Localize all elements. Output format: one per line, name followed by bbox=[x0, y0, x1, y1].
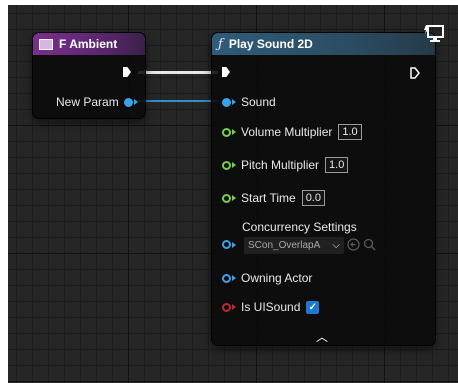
variable-icon bbox=[39, 38, 53, 50]
exec-wire bbox=[138, 71, 218, 74]
new-param-label: New Param bbox=[56, 95, 119, 109]
new-param-output-pin[interactable] bbox=[123, 97, 133, 107]
play-sound-node-title: Play Sound 2D bbox=[228, 37, 313, 51]
exec-out-pin[interactable] bbox=[410, 67, 420, 79]
volume-multiplier-label: Volume Multiplier bbox=[241, 125, 333, 139]
start-time-pin[interactable] bbox=[222, 193, 231, 203]
search-icon[interactable] bbox=[363, 238, 376, 251]
play-sound-2d-node[interactable]: ƒ Play Sound 2D bbox=[212, 33, 435, 345]
start-time-row: Start Time 0.0 bbox=[222, 190, 325, 206]
exec-in-pin[interactable] bbox=[222, 67, 230, 77]
sound-pin-label: Sound bbox=[241, 95, 276, 109]
owning-actor-row: Owning Actor bbox=[222, 271, 312, 285]
is-ui-sound-row: Is UISound ✓ bbox=[222, 300, 320, 314]
ambient-exec-out-pin[interactable] bbox=[123, 67, 131, 77]
function-icon: ƒ bbox=[218, 36, 223, 52]
blueprint-graph-canvas[interactable]: F Ambient New Param ƒ Play Sound 2D Soun… bbox=[8, 5, 458, 383]
is-ui-sound-checkbox[interactable]: ✓ bbox=[306, 300, 320, 314]
sound-input-pin[interactable] bbox=[222, 97, 231, 107]
owning-actor-pin-arrow-icon bbox=[232, 275, 236, 281]
pitch-multiplier-row: Pitch Multiplier 1.0 bbox=[222, 157, 349, 173]
concurrency-settings-pin-row bbox=[222, 240, 236, 249]
exec-out-pin-icon bbox=[123, 67, 131, 77]
volume-pin-arrow-icon bbox=[232, 129, 236, 135]
start-time-label: Start Time bbox=[241, 191, 296, 205]
ambient-new-param-row: New Param bbox=[56, 95, 138, 109]
exec-out-hollow-icon bbox=[410, 67, 420, 79]
play-sound-node-header[interactable]: ƒ Play Sound 2D bbox=[212, 33, 435, 55]
volume-multiplier-input[interactable]: 1.0 bbox=[338, 124, 362, 140]
browse-arrow-icon[interactable] bbox=[347, 238, 360, 251]
concurrency-settings-pin[interactable] bbox=[222, 240, 231, 249]
collapse-advanced-button[interactable]: ︿ bbox=[316, 328, 328, 345]
exec-in-pin-icon bbox=[222, 67, 230, 77]
ambient-node-title: F Ambient bbox=[59, 37, 118, 51]
concurrency-settings-label: Concurrency Settings bbox=[242, 220, 357, 234]
volume-multiplier-pin[interactable] bbox=[222, 127, 231, 137]
concurrency-settings-label-row: Concurrency Settings bbox=[242, 220, 357, 234]
pitch-pin-arrow-icon bbox=[232, 162, 236, 168]
concurrency-settings-value: SCon_OverlapA bbox=[248, 240, 321, 251]
start-time-pin-arrow-icon bbox=[232, 195, 236, 201]
volume-multiplier-row: Volume Multiplier 1.0 bbox=[222, 124, 362, 140]
sound-pin-arrow-icon bbox=[232, 99, 236, 105]
new-param-pin-arrow-icon bbox=[133, 99, 138, 105]
start-time-input[interactable]: 0.0 bbox=[301, 190, 325, 206]
is-ui-sound-pin[interactable] bbox=[222, 302, 231, 312]
ambient-node-header[interactable]: F Ambient bbox=[33, 33, 145, 55]
owning-actor-label: Owning Actor bbox=[241, 271, 313, 285]
pitch-multiplier-input[interactable]: 1.0 bbox=[325, 157, 349, 173]
is-ui-sound-pin-arrow-icon bbox=[232, 304, 236, 310]
pitch-multiplier-label: Pitch Multiplier bbox=[241, 158, 320, 172]
check-icon: ✓ bbox=[308, 301, 318, 313]
concurrency-pin-arrow-icon bbox=[232, 241, 236, 248]
monitor-icon bbox=[424, 25, 444, 42]
owning-actor-pin[interactable] bbox=[222, 273, 231, 283]
pitch-multiplier-pin[interactable] bbox=[222, 160, 231, 170]
is-ui-sound-label: Is UISound bbox=[241, 300, 301, 314]
chevron-up-icon: ︿ bbox=[316, 330, 329, 344]
sound-pin-row[interactable]: Sound bbox=[222, 95, 276, 109]
chevron-down-icon: ⌵ bbox=[332, 240, 340, 251]
concurrency-settings-dropdown[interactable]: SCon_OverlapA ⌵ bbox=[244, 237, 344, 254]
